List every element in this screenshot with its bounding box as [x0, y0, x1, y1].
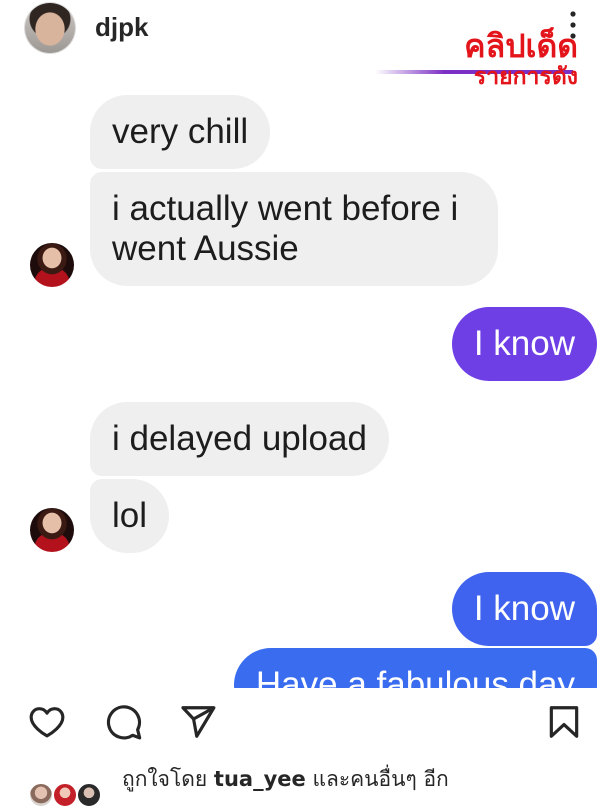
heart-icon[interactable] — [28, 703, 66, 741]
liker-avatar[interactable] — [76, 782, 102, 808]
liked-by-suffix[interactable]: และคนอื่นๆ อีก — [312, 767, 448, 791]
liker-avatar[interactable] — [28, 782, 54, 808]
liked-by-text[interactable]: ถูกใจโดย tua_yee และคนอื่นๆ อีก — [122, 764, 449, 794]
received-message: i delayed upload — [90, 402, 389, 476]
watermark-subtitle: รายการดัง — [473, 64, 578, 90]
received-message: lol — [90, 479, 170, 553]
liked-by-username[interactable]: tua_yee — [214, 767, 306, 791]
sent-message: I know — [451, 572, 597, 646]
sent-message: Have a fabulous day — [233, 648, 597, 688]
received-message: very chill — [90, 95, 271, 169]
sender-avatar — [30, 508, 74, 552]
sender-avatar — [30, 243, 74, 287]
send-icon[interactable] — [179, 703, 217, 741]
liked-by-prefix: ถูกใจโดย — [122, 767, 208, 791]
comment-icon[interactable] — [105, 703, 143, 741]
chat-screenshot: very chill i actually went before i went… — [0, 0, 612, 688]
bookmark-icon[interactable] — [545, 703, 583, 741]
received-message: i actually went before i went Aussie — [90, 172, 498, 286]
sent-message: I know — [451, 307, 597, 381]
liker-avatar[interactable] — [52, 782, 78, 808]
watermark-title: คลิปเด็ด — [464, 27, 578, 65]
